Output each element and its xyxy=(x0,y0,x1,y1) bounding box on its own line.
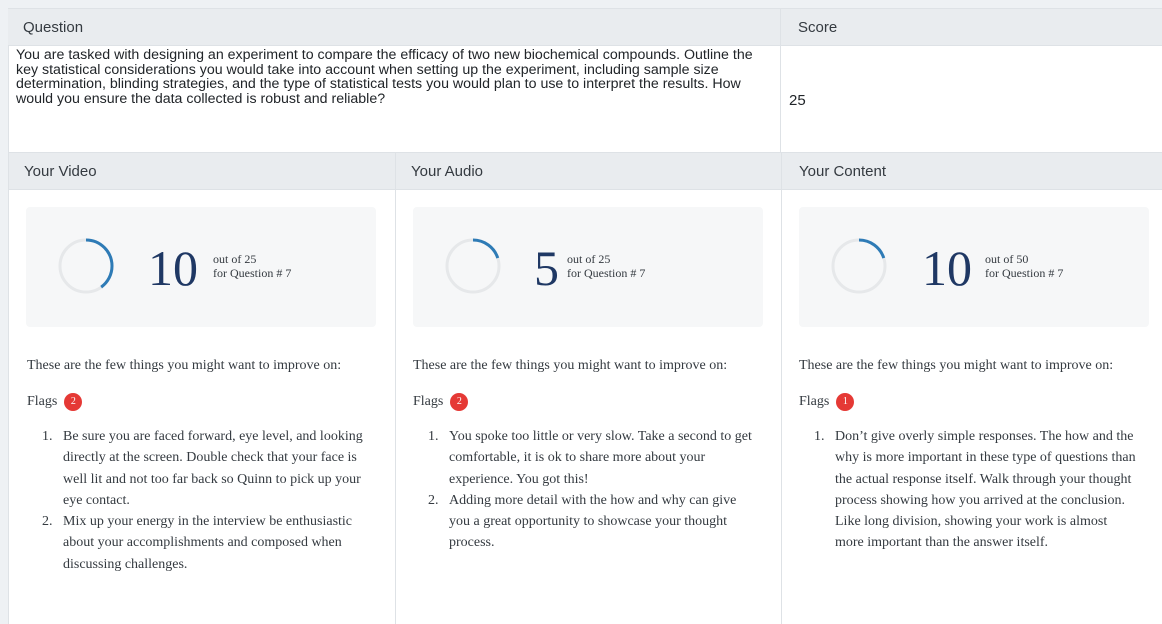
flags-row: Flags 2 xyxy=(413,392,753,412)
content-score-caption: out of 50 for Question # 7 xyxy=(985,252,1063,280)
audio-progress-ring xyxy=(445,238,501,294)
out-of-label: out of 25 xyxy=(213,252,257,266)
audio-header-label: Your Audio xyxy=(411,162,484,180)
out-of-label: out of 50 xyxy=(985,252,1029,266)
audio-column-header: Your Audio xyxy=(396,152,781,190)
flags-label: Flags xyxy=(27,394,58,409)
audio-score-caption: out of 25 for Question # 7 xyxy=(567,252,645,280)
audio-score-card: 5 out of 25 for Question # 7 xyxy=(413,207,763,327)
question-column-header: Question xyxy=(8,9,780,46)
column-divider xyxy=(780,9,781,152)
video-score-card: 10 out of 25 for Question # 7 xyxy=(26,207,376,327)
content-score-card: 10 out of 50 for Question # 7 xyxy=(799,207,1149,327)
video-feedback: These are the few things you might want … xyxy=(27,356,367,575)
feedback-list: Be sure you are faced forward, eye level… xyxy=(27,426,367,575)
list-item: Don’t give overly simple responses. The … xyxy=(828,426,1139,554)
video-header-label: Your Video xyxy=(24,162,97,180)
column-divider xyxy=(395,152,396,624)
flags-row: Flags 1 xyxy=(799,392,1139,412)
out-of-label: out of 25 xyxy=(567,252,611,266)
question-header-label: Question xyxy=(23,18,84,36)
score-header-label: Score xyxy=(798,18,838,36)
list-item: You spoke too little or very slow. Take … xyxy=(442,426,753,490)
feedback-intro: These are the few things you might want … xyxy=(413,358,728,373)
flags-label: Flags xyxy=(413,394,444,409)
flags-row: Flags 2 xyxy=(27,392,367,412)
video-score-number: 10 xyxy=(148,240,198,296)
feedback-intro: These are the few things you might want … xyxy=(27,358,342,373)
list-item: Mix up your energy in the interview be e… xyxy=(56,511,367,575)
flags-count-badge: 2 xyxy=(64,393,83,411)
feedback-list: You spoke too little or very slow. Take … xyxy=(413,426,753,554)
score-column-header: Score xyxy=(781,9,1162,46)
question-text: You are tasked with designing an experim… xyxy=(16,47,753,107)
content-progress-ring xyxy=(831,238,887,294)
list-item: Be sure you are faced forward, eye level… xyxy=(56,426,367,511)
question-number-label: for Question # 7 xyxy=(213,266,292,280)
video-column-header: Your Video xyxy=(9,152,395,190)
content-score-number: 10 xyxy=(922,240,972,296)
flags-label: Flags xyxy=(799,394,830,409)
content-header-label: Your Content xyxy=(799,162,887,180)
video-progress-ring xyxy=(58,238,114,294)
question-number-label: for Question # 7 xyxy=(567,266,646,280)
video-score-caption: out of 25 for Question # 7 xyxy=(213,252,291,280)
feedback-intro: These are the few things you might want … xyxy=(799,358,1114,373)
list-item: Adding more detail with the how and why … xyxy=(442,490,753,554)
flags-count-badge: 1 xyxy=(836,393,855,411)
content-column-header: Your Content xyxy=(782,152,1162,190)
score-value: 25 xyxy=(789,92,806,109)
flags-count-badge: 2 xyxy=(450,393,469,411)
content-feedback: These are the few things you might want … xyxy=(799,356,1139,554)
feedback-list: Don’t give overly simple responses. The … xyxy=(799,426,1139,554)
audio-feedback: These are the few things you might want … xyxy=(413,356,753,554)
question-number-label: for Question # 7 xyxy=(985,266,1064,280)
column-divider xyxy=(781,152,782,624)
audio-score-number: 5 xyxy=(534,240,559,296)
